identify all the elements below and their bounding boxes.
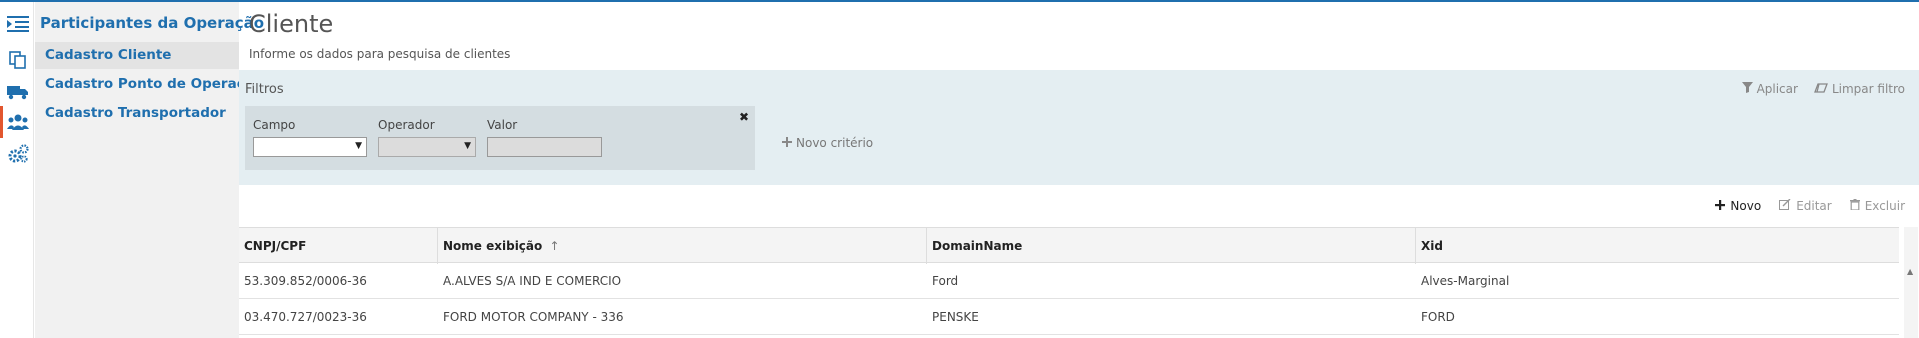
column-header-label: Nome exibição	[443, 239, 543, 253]
new-criterion-button[interactable]: Novo critério	[782, 136, 873, 150]
users-icon[interactable]	[6, 110, 30, 134]
clear-filter-label: Limpar filtro	[1831, 82, 1905, 96]
operator-label: Operador	[378, 118, 435, 132]
plus-icon	[1715, 199, 1726, 213]
subnav-item-cadastro-cliente[interactable]: Cadastro Cliente	[35, 42, 239, 69]
table-scrollbar[interactable]: ▲	[1904, 227, 1918, 338]
value-label: Valor	[487, 118, 518, 132]
table-header: CNPJ/CPF Nome exibição ↑ DomainName Xid	[239, 227, 1899, 264]
page-subtitle: Informe os dados para pesquisa de client…	[249, 47, 511, 61]
delete-button[interactable]: Excluir	[1849, 199, 1905, 213]
record-toolbar: Novo Editar Excluir	[1715, 198, 1905, 213]
plus-icon	[782, 136, 792, 150]
chevron-down-icon: ▼	[464, 141, 471, 151]
cell-cnpj-cpf: 03.470.727/0023-36	[244, 310, 367, 324]
edit-button[interactable]: Editar	[1779, 198, 1832, 213]
cell-domainname: PENSKE	[932, 310, 979, 324]
field-label: Campo	[253, 118, 296, 132]
table-row[interactable]: 53.309.852/0006-36 A.ALVES S/A IND E COM…	[239, 263, 1899, 299]
cell-cnpj-cpf: 53.309.852/0006-36	[244, 274, 367, 288]
filters-actions: Aplicar Limpar filtro	[1741, 82, 1905, 96]
field-select[interactable]: ▼	[253, 137, 367, 157]
table-row[interactable]: 03.470.727/0023-36 FORD MOTOR COMPANY - …	[239, 299, 1899, 335]
settings-icon[interactable]	[6, 142, 30, 166]
main-content: Cliente Informe os dados para pesquisa d…	[239, 2, 1919, 338]
new-criterion-label: Novo critério	[796, 136, 874, 150]
sort-ascending-icon: ↑	[549, 239, 560, 253]
truck-icon[interactable]	[6, 80, 30, 104]
filters-panel: Filtros Aplicar Limpar filtro Campo Oper…	[239, 70, 1919, 185]
trash-icon	[1849, 199, 1860, 213]
page-title: Cliente	[249, 10, 334, 38]
scroll-up-arrow-icon[interactable]: ▲	[1907, 267, 1913, 276]
filters-title: Filtros	[245, 82, 284, 97]
documents-icon[interactable]	[6, 48, 30, 72]
active-section-marker	[0, 106, 3, 138]
filter-funnel-icon	[1741, 82, 1753, 96]
cell-nome-exibicao: FORD MOTOR COMPANY - 336	[443, 310, 624, 324]
remove-criterion-icon[interactable]: ✖	[739, 110, 749, 124]
value-input[interactable]	[487, 137, 602, 157]
delete-button-label: Excluir	[1864, 199, 1905, 213]
apply-filter-button[interactable]: Aplicar	[1741, 82, 1798, 96]
subnav-item-cadastro-transportador[interactable]: Cadastro Transportador	[35, 100, 239, 127]
new-button-label: Novo	[1730, 199, 1762, 213]
chevron-down-icon: ▼	[355, 141, 362, 151]
edit-icon	[1779, 198, 1791, 213]
column-header-nome-exibicao[interactable]: Nome exibição ↑	[438, 228, 927, 264]
new-button[interactable]: Novo	[1715, 199, 1761, 213]
subnav-title: Participantes da Operação	[40, 14, 265, 32]
cell-nome-exibicao: A.ALVES S/A IND E COMERCIO	[443, 274, 622, 288]
cell-xid: FORD	[1421, 310, 1455, 324]
apply-filter-label: Aplicar	[1756, 82, 1798, 96]
operator-select[interactable]: ▼	[378, 137, 476, 157]
menu-toggle-icon[interactable]	[6, 12, 30, 36]
edit-button-label: Editar	[1796, 199, 1832, 213]
eraser-icon	[1814, 82, 1828, 96]
clear-filter-button[interactable]: Limpar filtro	[1814, 82, 1905, 96]
cell-xid: Alves-Marginal	[1421, 274, 1510, 288]
section-subnav: Participantes da Operação Cadastro Clien…	[35, 2, 264, 338]
column-header-cnpj-cpf[interactable]: CNPJ/CPF	[239, 228, 438, 264]
column-header-domainname[interactable]: DomainName	[927, 228, 1416, 264]
filter-criterion: Campo Operador Valor ▼ ▼ ✖	[245, 106, 755, 170]
icon-rail	[0, 2, 34, 338]
subnav-item-cadastro-ponto-operacao[interactable]: Cadastro Ponto de Operação	[35, 71, 263, 98]
column-header-xid[interactable]: Xid	[1416, 228, 1899, 264]
cell-domainname: Ford	[932, 274, 959, 288]
